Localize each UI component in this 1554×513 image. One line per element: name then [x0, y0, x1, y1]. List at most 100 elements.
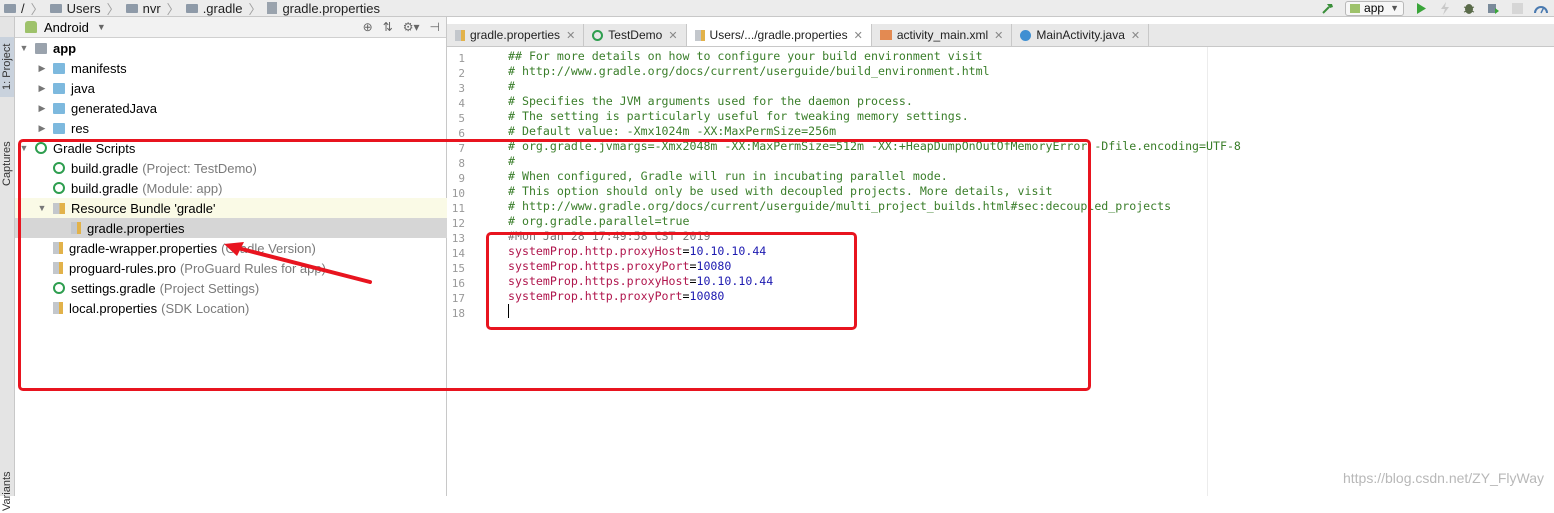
code-line[interactable]: # Default value: -Xmx1024m -XX:MaxPermSi…: [508, 124, 836, 139]
profile-icon[interactable]: [1486, 2, 1500, 15]
folder-icon: [125, 3, 138, 13]
line-number: 3: [458, 82, 465, 95]
editor-tab[interactable]: Users/.../gradle.properties ✕: [686, 24, 872, 46]
code-line[interactable]: # http://www.gradle.org/docs/current/use…: [508, 64, 990, 79]
watermark: https://blog.csdn.net/ZY_FlyWay: [1342, 470, 1544, 486]
breadcrumb-item[interactable]: nvr: [125, 0, 161, 16]
breadcrumb-label: /: [21, 0, 25, 16]
gradle-file-icon: [592, 29, 604, 41]
tree-item-label: generatedJava: [71, 100, 158, 116]
scroll-from-source-icon[interactable]: ⊕: [363, 20, 373, 34]
code-token: # Default value: -Xmx1024m -XX:MaxPermSi…: [508, 124, 837, 138]
editor-tab-label: Users/.../gradle.properties: [709, 28, 848, 42]
properties-file-icon: [267, 2, 278, 14]
hide-panel-icon[interactable]: ⊣: [430, 20, 440, 34]
editor-tab-label: activity_main.xml: [896, 28, 989, 42]
code-line[interactable]: #: [508, 79, 515, 94]
java-class-icon: [1020, 29, 1032, 41]
tree-item[interactable]: ▶ res: [15, 118, 468, 138]
breadcrumb-separator: 〉: [248, 1, 262, 17]
editor-tab-bar: gradle.properties ✕ TestDemo ✕ Users/.../gra…: [447, 24, 1554, 47]
project-view-header: Android ▼ ⊕ ⇅ ⚙▾ ⊣: [15, 17, 446, 38]
editor-tab[interactable]: activity_main.xml ✕: [872, 24, 1013, 46]
tree-item[interactable]: ▶ java: [15, 78, 468, 98]
module-folder-icon: [35, 42, 47, 54]
run-icon[interactable]: [1414, 2, 1428, 15]
code-token: # Specifies the JVM arguments used for t…: [508, 94, 913, 108]
code-line[interactable]: # Specifies the JVM arguments used for t…: [508, 94, 913, 109]
close-icon[interactable]: ✕: [854, 29, 863, 42]
apply-changes-icon[interactable]: [1438, 1, 1452, 15]
code-line[interactable]: ## For more details on how to configure …: [508, 49, 983, 64]
folder-icon: [49, 3, 62, 13]
editor-tab-label: gradle.properties: [470, 28, 561, 42]
breadcrumb-label: nvr: [142, 0, 161, 16]
annotation-box-proxy-settings: [486, 232, 857, 330]
editor-tab-label: TestDemo: [608, 28, 663, 42]
tool-window-strip: 1: Project Captures Variants: [0, 17, 15, 511]
tree-item-label: manifests: [71, 60, 127, 76]
tree-item[interactable]: ▶ manifests: [15, 58, 468, 78]
breadcrumb-label: .gradle: [202, 0, 243, 16]
generated-folder-icon: [53, 102, 65, 114]
collapse-arrow-icon[interactable]: ▶: [37, 63, 47, 74]
breadcrumb-item[interactable]: .gradle: [185, 0, 243, 16]
run-configuration-label: app: [1364, 1, 1385, 15]
properties-file-icon: [694, 29, 705, 41]
run-configuration-select[interactable]: app ▼: [1345, 0, 1404, 16]
code-token: #: [508, 79, 515, 93]
folder-icon: [53, 62, 65, 74]
breadcrumb-item[interactable]: /: [4, 1, 25, 16]
folder-icon: [4, 3, 16, 13]
tree-item-label: res: [71, 120, 90, 136]
xml-file-icon: [879, 30, 892, 40]
close-icon[interactable]: ✕: [566, 29, 575, 42]
breadcrumb-separator: 〉: [106, 1, 120, 17]
line-number: 2: [458, 67, 465, 80]
line-number: 4: [458, 97, 465, 110]
breadcrumb-separator: 〉: [166, 1, 180, 17]
chevron-down-icon[interactable]: ▼: [97, 22, 106, 32]
captures-tool-window-tab[interactable]: Captures: [0, 129, 14, 199]
hammer-icon[interactable]: [1321, 2, 1335, 15]
folder-icon: [185, 3, 198, 13]
build-variants-tool-window-tab[interactable]: Variants: [0, 469, 14, 513]
editor-tab[interactable]: gradle.properties ✕: [447, 24, 585, 46]
toolbar: app ▼: [1321, 0, 1548, 16]
project-tool-window-tab[interactable]: 1: Project: [0, 37, 14, 97]
tree-item-label: java: [71, 80, 95, 96]
right-margin-guide: [1207, 47, 1208, 496]
close-icon[interactable]: ✕: [994, 29, 1003, 42]
editor-tab[interactable]: TestDemo ✕: [584, 24, 687, 46]
annotation-arrow: [224, 242, 372, 284]
close-icon[interactable]: ✕: [668, 29, 677, 42]
collapse-arrow-icon[interactable]: ▶: [37, 83, 47, 94]
code-token: # http://www.gradle.org/docs/current/use…: [508, 64, 990, 78]
collapse-arrow-icon[interactable]: ▶: [37, 123, 47, 134]
editor-tab-label: MainActivity.java: [1036, 28, 1125, 42]
debug-icon[interactable]: [1462, 2, 1476, 15]
editor-tab[interactable]: MainActivity.java ✕: [1012, 24, 1150, 46]
collapse-all-icon[interactable]: ⇅: [383, 20, 393, 34]
close-icon[interactable]: ✕: [1131, 29, 1140, 42]
tree-item[interactable]: ▼ app: [15, 38, 450, 58]
code-line[interactable]: # The setting is particularly useful for…: [508, 109, 969, 124]
code-token: ## For more details on how to configure …: [508, 49, 983, 63]
collapse-arrow-icon[interactable]: ▶: [37, 103, 47, 114]
breadcrumb-item[interactable]: gradle.properties: [267, 1, 380, 16]
stop-icon[interactable]: [1510, 2, 1524, 15]
gear-icon[interactable]: ⚙▾: [403, 20, 420, 34]
folder-icon: [53, 122, 65, 134]
project-view-mode[interactable]: Android: [44, 20, 89, 35]
code-token: # The setting is particularly useful for…: [508, 109, 969, 123]
android-icon: [25, 21, 37, 33]
navigation-bar: / 〉 Users 〉 nvr 〉 .gradle 〉 gradle.properties ap…: [0, 0, 1554, 17]
breadcrumb: / 〉 Users 〉 nvr 〉 .gradle 〉 gradle.properties: [4, 0, 380, 17]
tree-item[interactable]: ▶ generatedJava: [15, 98, 468, 118]
breadcrumb-item[interactable]: Users: [49, 1, 101, 16]
folder-icon: [53, 82, 65, 94]
chevron-down-icon: ▼: [1390, 3, 1399, 13]
tree-item-label: app: [53, 40, 77, 56]
profiler-icon[interactable]: [1534, 2, 1548, 15]
expand-arrow-icon[interactable]: ▼: [19, 43, 29, 53]
